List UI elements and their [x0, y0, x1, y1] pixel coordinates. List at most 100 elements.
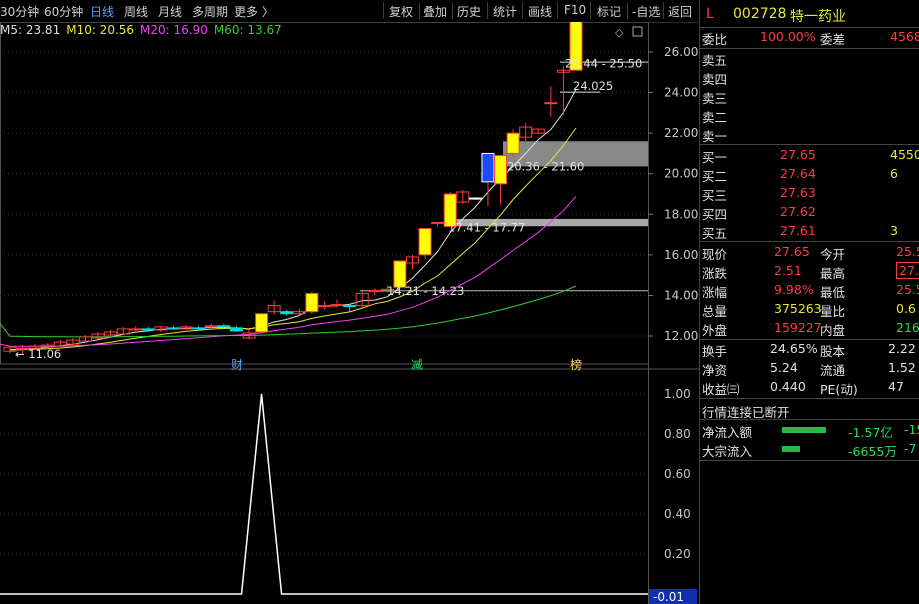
- stat-row: 现价 27.65 今开 25.5: [700, 243, 919, 262]
- stock-name[interactable]: 特一药业: [790, 6, 846, 26]
- ma20-line-ext: [0, 343, 11, 347]
- watchlist-button[interactable]: -自选: [632, 3, 660, 20]
- stat-label: 量比: [820, 304, 846, 319]
- tab-weekly[interactable]: 周线: [124, 3, 148, 20]
- candle-body: [192, 327, 206, 330]
- buy-volume: 3: [890, 223, 898, 238]
- price-tick-label: 20.00: [664, 167, 698, 181]
- ma60-line-ext: [0, 323, 11, 337]
- stat2-label: 收益㈢: [702, 382, 740, 397]
- price-tick-label: 24.00: [664, 86, 698, 100]
- flow-bar: [782, 427, 826, 433]
- candle-body: [343, 305, 357, 308]
- candle-body: [506, 132, 520, 154]
- stat-value: 2.51: [774, 263, 802, 278]
- stat2-row: 换手 24.65% 股本 2.22: [700, 340, 919, 359]
- sell-row: 卖四: [700, 68, 919, 87]
- candlestick: [531, 128, 545, 134]
- sell-row: 卖一: [700, 125, 919, 144]
- stat-value: 25.5: [896, 244, 919, 259]
- stat-label: 最低: [820, 285, 846, 300]
- stat-row: 涨幅 9.98% 最低 25.5: [700, 281, 919, 300]
- flow-value-2: -15: [904, 422, 919, 437]
- stock-header: L 002728 特一药业: [700, 4, 919, 26]
- stat2-value: 5.24: [770, 360, 798, 375]
- buy-level-label: 买五: [702, 226, 728, 241]
- stock-flag: L: [706, 6, 714, 22]
- stat-label: 涨跌: [702, 266, 728, 281]
- toolbar-divider: [557, 2, 558, 19]
- candlestick: [456, 189, 470, 205]
- kline-chart[interactable]: 26.00 24.00 22.00 20.00 18.00 16.00 14.00 12.00…: [0, 22, 699, 604]
- toolbar-divider: [590, 2, 591, 19]
- tab-daily[interactable]: 日线: [90, 3, 114, 20]
- stat-label: 今开: [820, 247, 846, 262]
- candlestick: [431, 221, 445, 227]
- price-annotation: 25.44 - 25.50: [565, 56, 642, 70]
- buy-price: 27.65: [780, 147, 816, 162]
- stock-code[interactable]: 002728: [733, 6, 786, 22]
- stat2-value: 47: [888, 379, 904, 394]
- candle-body: [167, 327, 181, 330]
- candlestick: [506, 129, 520, 158]
- fund-flow-row: 大宗流入 -6655万 -7: [700, 440, 919, 459]
- webi-row: 委比 100.00% 委差 4568: [700, 28, 919, 47]
- sell-row: 卖五: [700, 49, 919, 68]
- candlestick: [355, 291, 369, 308]
- price-annotation: 17.41 - 17.77: [448, 220, 525, 234]
- history-button[interactable]: 历史: [457, 3, 481, 20]
- statistics-button[interactable]: 统计: [493, 3, 517, 20]
- buy-row: 买四 27.62: [700, 203, 919, 222]
- price-annotation: ← 11.06: [15, 347, 61, 361]
- candle-body: [494, 154, 508, 185]
- f10-button[interactable]: F10: [564, 3, 586, 17]
- sell-level-label: 卖四: [702, 72, 728, 87]
- candle-body: [280, 311, 294, 315]
- candlestick: [305, 291, 319, 314]
- event-marker: 榜: [570, 357, 582, 372]
- stat2-row: 净资 5.24 流通 1.52: [700, 359, 919, 378]
- toolbar-divider: [419, 2, 420, 19]
- tab-60min[interactable]: 60分钟: [44, 3, 83, 20]
- stat-value: 159227: [774, 320, 822, 335]
- candle-body: [544, 102, 558, 105]
- draw-line-button[interactable]: 画线: [528, 3, 552, 20]
- stat-value: 21603: [896, 320, 919, 335]
- stat-value: 27.6: [896, 262, 919, 279]
- weicha-value: 4568: [890, 29, 919, 44]
- candlestick: [217, 323, 231, 328]
- price-tick-label: 26.00: [664, 45, 698, 59]
- candlestick: [405, 254, 419, 270]
- tab-30min[interactable]: 30分钟: [0, 3, 39, 20]
- tab-monthly[interactable]: 月线: [158, 3, 182, 20]
- stat-row: 外盘 159227内盘 21603: [700, 319, 919, 338]
- sell-level-label: 卖一: [702, 129, 728, 144]
- ma20-line: [9, 195, 577, 347]
- candle-body: [217, 325, 231, 328]
- fuquan-button[interactable]: 复权: [389, 3, 413, 20]
- flow-value: -6655万: [848, 444, 897, 459]
- sub-tick-label: 0.20: [664, 547, 691, 561]
- buy-row: 买五 27.61 3: [700, 222, 919, 241]
- more-menu-button[interactable]: 更多 〉: [234, 3, 274, 20]
- indicator-line: [0, 393, 648, 595]
- sub-tick-label: 1.00: [664, 387, 691, 401]
- back-button[interactable]: 返回: [668, 3, 692, 20]
- buy-level-label: 买四: [702, 207, 728, 222]
- tab-multi-period[interactable]: 多周期: [192, 3, 228, 20]
- mark-button[interactable]: 标记: [597, 3, 621, 20]
- candlestick: [494, 154, 508, 205]
- candlestick: [468, 197, 482, 201]
- candlestick: [179, 324, 193, 330]
- buy-price: 27.64: [780, 166, 816, 181]
- stat-value: 25.5: [896, 282, 919, 297]
- sell-level-label: 卖三: [702, 91, 728, 106]
- stat-row: 涨跌 2.51 最高 27.6: [700, 262, 919, 281]
- candle-body: [317, 305, 331, 308]
- stat2-label: 股本: [820, 344, 846, 359]
- stat2-value: 2.22: [888, 341, 916, 356]
- stat-value: 375263: [774, 301, 822, 316]
- price-tick-label: 18.00: [664, 207, 698, 221]
- sub-tick-label: 0.40: [664, 507, 691, 521]
- overlay-button[interactable]: 叠加: [423, 3, 447, 20]
